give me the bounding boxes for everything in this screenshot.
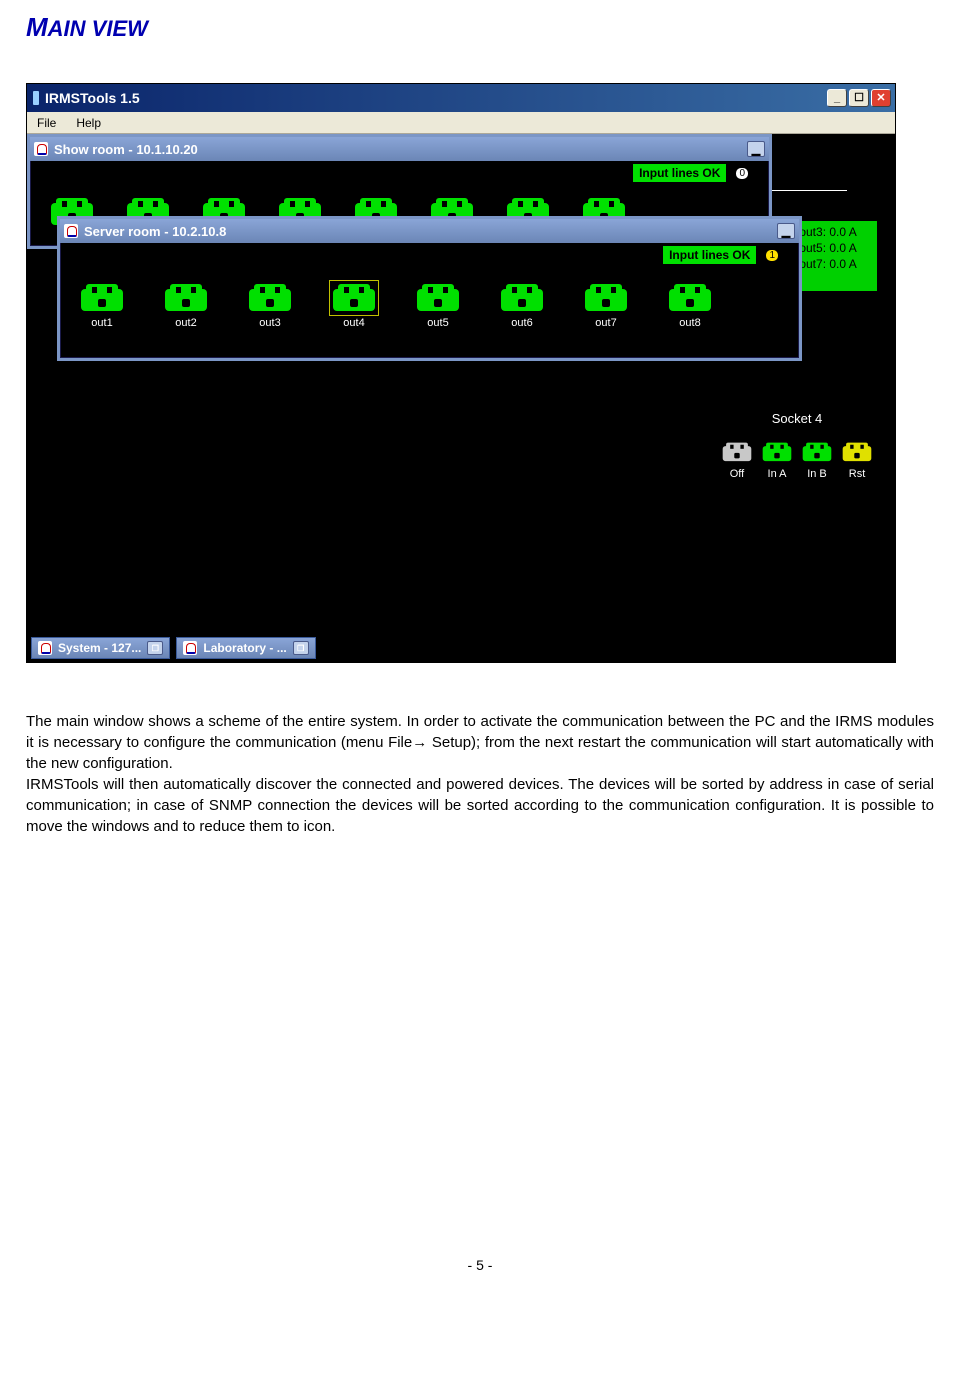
serverroom-plugs: out1 out2 out3 out4 out5 out6 out7 out8 <box>60 267 799 335</box>
plug-out1-icon[interactable] <box>80 283 124 313</box>
iout-cell: Iout7: 0.0 A <box>796 257 871 271</box>
legend-row: Off In A In B Rst <box>707 442 887 480</box>
app-icon <box>33 91 39 105</box>
mdi-taskbar: System - 127... ❐ Laboratory - ... ❐ <box>27 634 320 662</box>
app-title: IRMSTools 1.5 <box>45 90 827 106</box>
socket-label: Socket 4 <box>707 411 887 426</box>
plug-out7-icon[interactable] <box>584 283 628 313</box>
plug-out4-icon[interactable] <box>332 283 376 313</box>
page-number: - 5 - <box>26 1257 934 1273</box>
task-system[interactable]: System - 127... ❐ <box>31 637 170 659</box>
menu-file[interactable]: File <box>27 116 66 130</box>
task-laboratory[interactable]: Laboratory - ... ❐ <box>176 637 315 659</box>
plug-rst-icon <box>842 442 872 464</box>
address-badge: 1 <box>765 249 779 262</box>
status-badge: Input lines OK <box>662 245 757 265</box>
plug-out8-icon[interactable] <box>668 283 712 313</box>
plug-ina-icon <box>762 442 792 464</box>
java-icon <box>38 641 52 655</box>
java-icon <box>34 142 48 156</box>
minimize-button[interactable]: ▁ <box>777 223 795 239</box>
iout-cell: Iout5: 0.0 A <box>796 241 871 255</box>
menu-help[interactable]: Help <box>66 116 111 130</box>
plug-inb-icon <box>802 442 832 464</box>
app-titlebar: IRMSTools 1.5 _ ☐ ✕ <box>27 84 895 112</box>
iout-cell: Iout3: 0.0 A <box>796 225 871 239</box>
maximize-button[interactable]: ☐ <box>849 89 869 107</box>
body-paragraph: The main window shows a scheme of the en… <box>26 711 934 837</box>
minimize-button[interactable]: ▁ <box>747 141 765 157</box>
restore-button[interactable]: ❐ <box>147 641 163 655</box>
status-badge: Input lines OK <box>632 163 727 183</box>
plug-out3-icon[interactable] <box>248 283 292 313</box>
serverroom-window[interactable]: Server room - 10.2.10.8 ▁ Input lines OK… <box>57 216 802 361</box>
java-icon <box>183 641 197 655</box>
plug-out6-icon[interactable] <box>500 283 544 313</box>
close-button[interactable]: ✕ <box>871 89 891 107</box>
serverroom-titlebar[interactable]: Server room - 10.2.10.8 ▁ <box>60 219 799 243</box>
plug-out5-icon[interactable] <box>416 283 460 313</box>
plug-off-icon <box>722 442 752 464</box>
minimize-button[interactable]: _ <box>827 89 847 107</box>
address-badge: 0 <box>735 167 749 180</box>
showroom-titlebar[interactable]: Show room - 10.1.10.20 ▁ <box>30 137 769 161</box>
screenshot-frame: IRMSTools 1.5 _ ☐ ✕ File Help IRMS 1 Vin… <box>26 83 896 663</box>
page-title: MAIN VIEW <box>26 12 934 43</box>
plug-out2-icon[interactable] <box>164 283 208 313</box>
restore-button[interactable]: ❐ <box>293 641 309 655</box>
mdi-client: IRMS 1 VinB: 226 V Iout3: 0.0 A Iout5: 0… <box>27 134 895 662</box>
menubar: File Help <box>27 112 895 134</box>
java-icon <box>64 224 78 238</box>
